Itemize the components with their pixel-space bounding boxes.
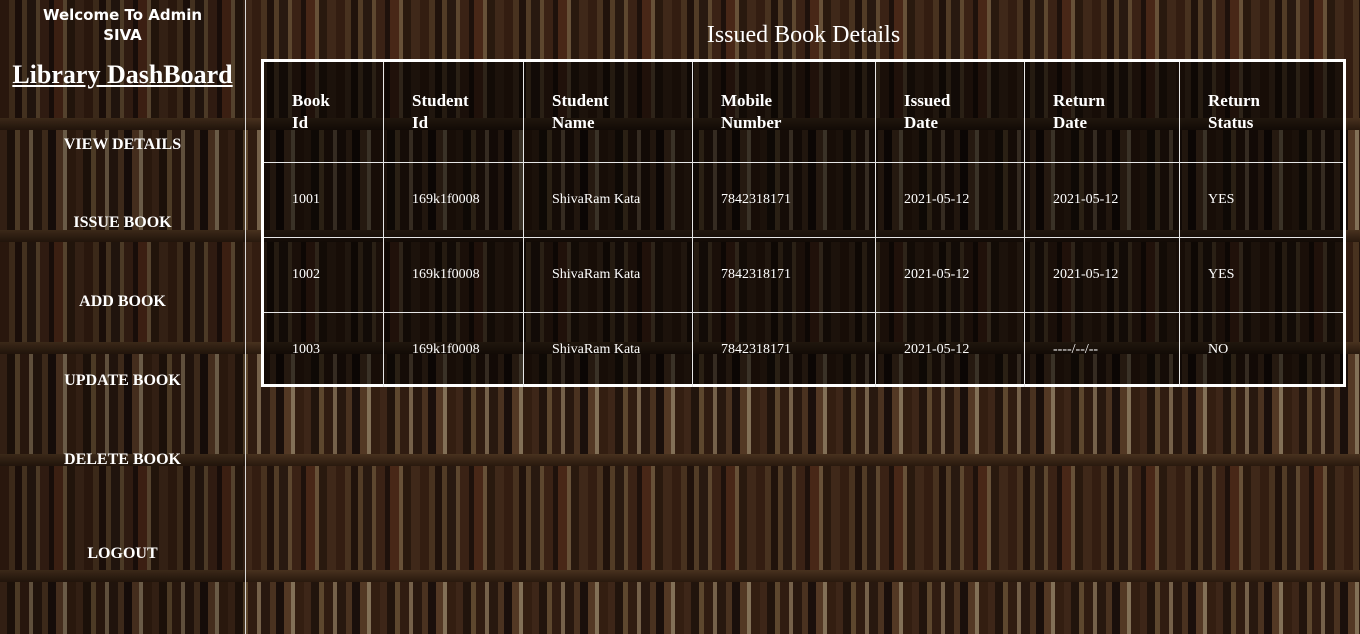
table-header-row: Book Id Student Id Student Name Mobile Numbe… [264, 62, 1343, 163]
sidebar: Welcome To Admin SIVA Library DashBoard … [0, 0, 246, 634]
cell-book-id: 1003 [264, 312, 384, 387]
admin-name: SIVA [103, 26, 142, 44]
cell-book-id: 1002 [264, 237, 384, 313]
welcome-line: Welcome To Admin [42, 6, 203, 24]
header-mobile-number: Mobile Number [692, 62, 876, 163]
table-row: 1003 169k1f0008 ShivaRam Kata 7842318171… [264, 312, 1343, 387]
nav-issue-book[interactable]: ISSUE BOOK [0, 214, 245, 232]
table-row: 1002 169k1f0008 ShivaRam Kata 7842318171… [264, 237, 1343, 313]
cell-student-id: 169k1f0008 [383, 237, 524, 313]
header-student-name: Student Name [523, 62, 693, 163]
cell-issued-date: 2021-05-12 [875, 237, 1025, 313]
cell-return-status: YES [1179, 237, 1343, 313]
cell-student-name: ShivaRam Kata [523, 162, 693, 238]
issued-books-table: Book Id Student Id Student Name Mobile Numbe… [264, 62, 1343, 387]
cell-return-date: ----/--/-- [1024, 312, 1180, 387]
table-row: 1001 169k1f0008 ShivaRam Kata 7842318171… [264, 162, 1343, 238]
nav-logout[interactable]: LOGOUT [0, 545, 245, 563]
cell-return-status: YES [1179, 162, 1343, 238]
cell-mobile-number: 7842318171 [692, 162, 876, 238]
cell-mobile-number: 7842318171 [692, 312, 876, 387]
welcome-message: Welcome To Admin SIVA [0, 5, 245, 45]
cell-return-date: 2021-05-12 [1024, 237, 1180, 313]
issued-books-table-container: Book Id Student Id Student Name Mobile Numbe… [261, 59, 1346, 387]
cell-student-name: ShivaRam Kata [523, 312, 693, 387]
cell-issued-date: 2021-05-12 [875, 162, 1025, 238]
cell-mobile-number: 7842318171 [692, 237, 876, 313]
header-book-id: Book Id [264, 62, 384, 163]
cell-student-id: 169k1f0008 [383, 312, 524, 387]
nav-add-book[interactable]: ADD BOOK [0, 293, 245, 311]
header-student-id: Student Id [383, 62, 524, 163]
cell-book-id: 1001 [264, 162, 384, 238]
nav-update-book[interactable]: UPDATE BOOK [0, 372, 245, 390]
header-issued-date: Issued Date [875, 62, 1025, 163]
page-title: Issued Book Details [706, 22, 901, 48]
header-return-status: Return Status [1179, 62, 1343, 163]
cell-student-name: ShivaRam Kata [523, 237, 693, 313]
cell-return-date: 2021-05-12 [1024, 162, 1180, 238]
cell-issued-date: 2021-05-12 [875, 312, 1025, 387]
nav-delete-book[interactable]: DELETE BOOK [0, 451, 245, 469]
cell-return-status: NO [1179, 312, 1343, 387]
header-return-date: Return Date [1024, 62, 1180, 163]
dashboard-title: Library DashBoard [12, 60, 233, 89]
nav-view-details[interactable]: VIEW DETAILS [0, 136, 245, 154]
cell-student-id: 169k1f0008 [383, 162, 524, 238]
